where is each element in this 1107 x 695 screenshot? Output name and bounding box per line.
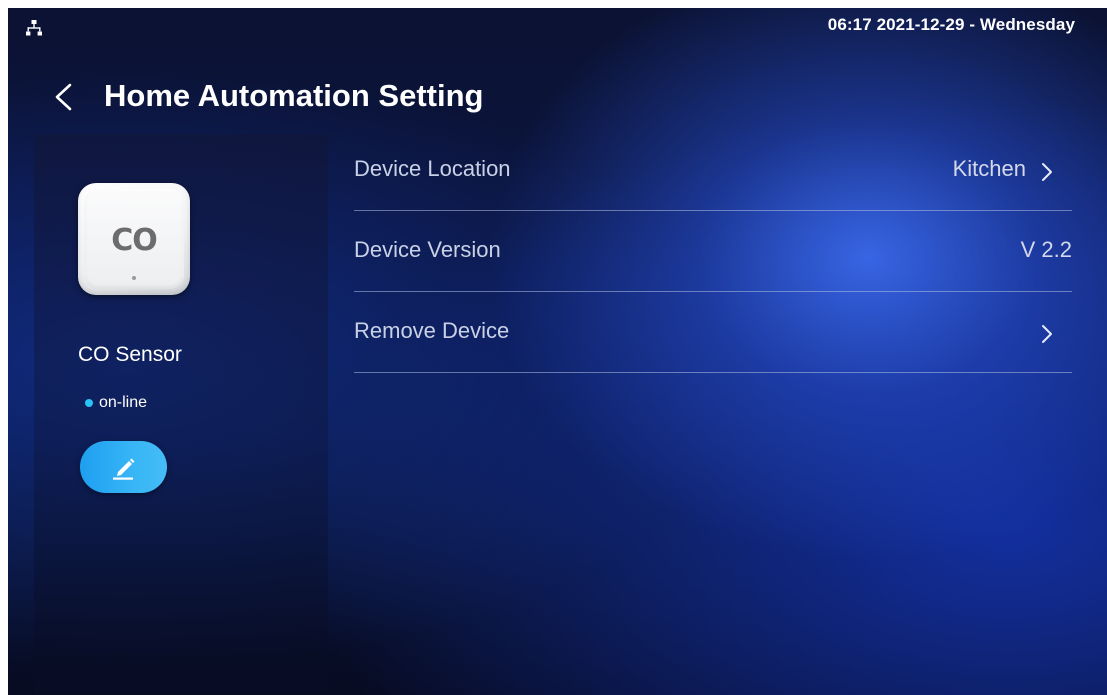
setting-value: V 2.2 <box>1020 237 1072 262</box>
setting-row-remove-device[interactable]: Remove Device <box>354 292 1072 373</box>
edit-device-button[interactable] <box>80 441 167 493</box>
device-status: on-line <box>99 394 148 411</box>
setting-row-device-version: Device Version V 2.2 <box>354 211 1072 292</box>
setting-label: Device Version <box>354 237 501 262</box>
setting-value: Kitchen <box>952 156 1026 181</box>
setting-row-device-location[interactable]: Device Location Kitchen <box>354 130 1072 211</box>
chevron-left-icon[interactable] <box>52 83 74 111</box>
online-status-dot <box>85 399 93 407</box>
settings-list: Device Location Kitchen Device Version V… <box>354 130 1072 373</box>
device-tile-face: CO <box>84 189 184 289</box>
datetime: 06:17 2021-12-29 - Wednesday <box>827 15 1075 34</box>
pencil-icon <box>113 458 135 480</box>
device-tile-label: CO <box>111 223 158 258</box>
co-sensor-device-icon: CO <box>78 183 190 295</box>
chevron-right-icon <box>1042 325 1052 343</box>
device-name: CO Sensor <box>78 343 182 366</box>
device-indicator-dot <box>132 276 136 280</box>
page-title: Home Automation Setting <box>104 78 484 113</box>
setting-label: Remove Device <box>354 318 510 343</box>
screen: 06:17 2021-12-29 - Wednesday Home Automa… <box>8 8 1107 695</box>
status-bar: 06:17 2021-12-29 - Wednesday <box>8 8 1107 42</box>
setting-label: Device Location <box>354 156 511 181</box>
chevron-right-icon <box>1042 163 1052 181</box>
network-tree-icon <box>26 20 42 36</box>
